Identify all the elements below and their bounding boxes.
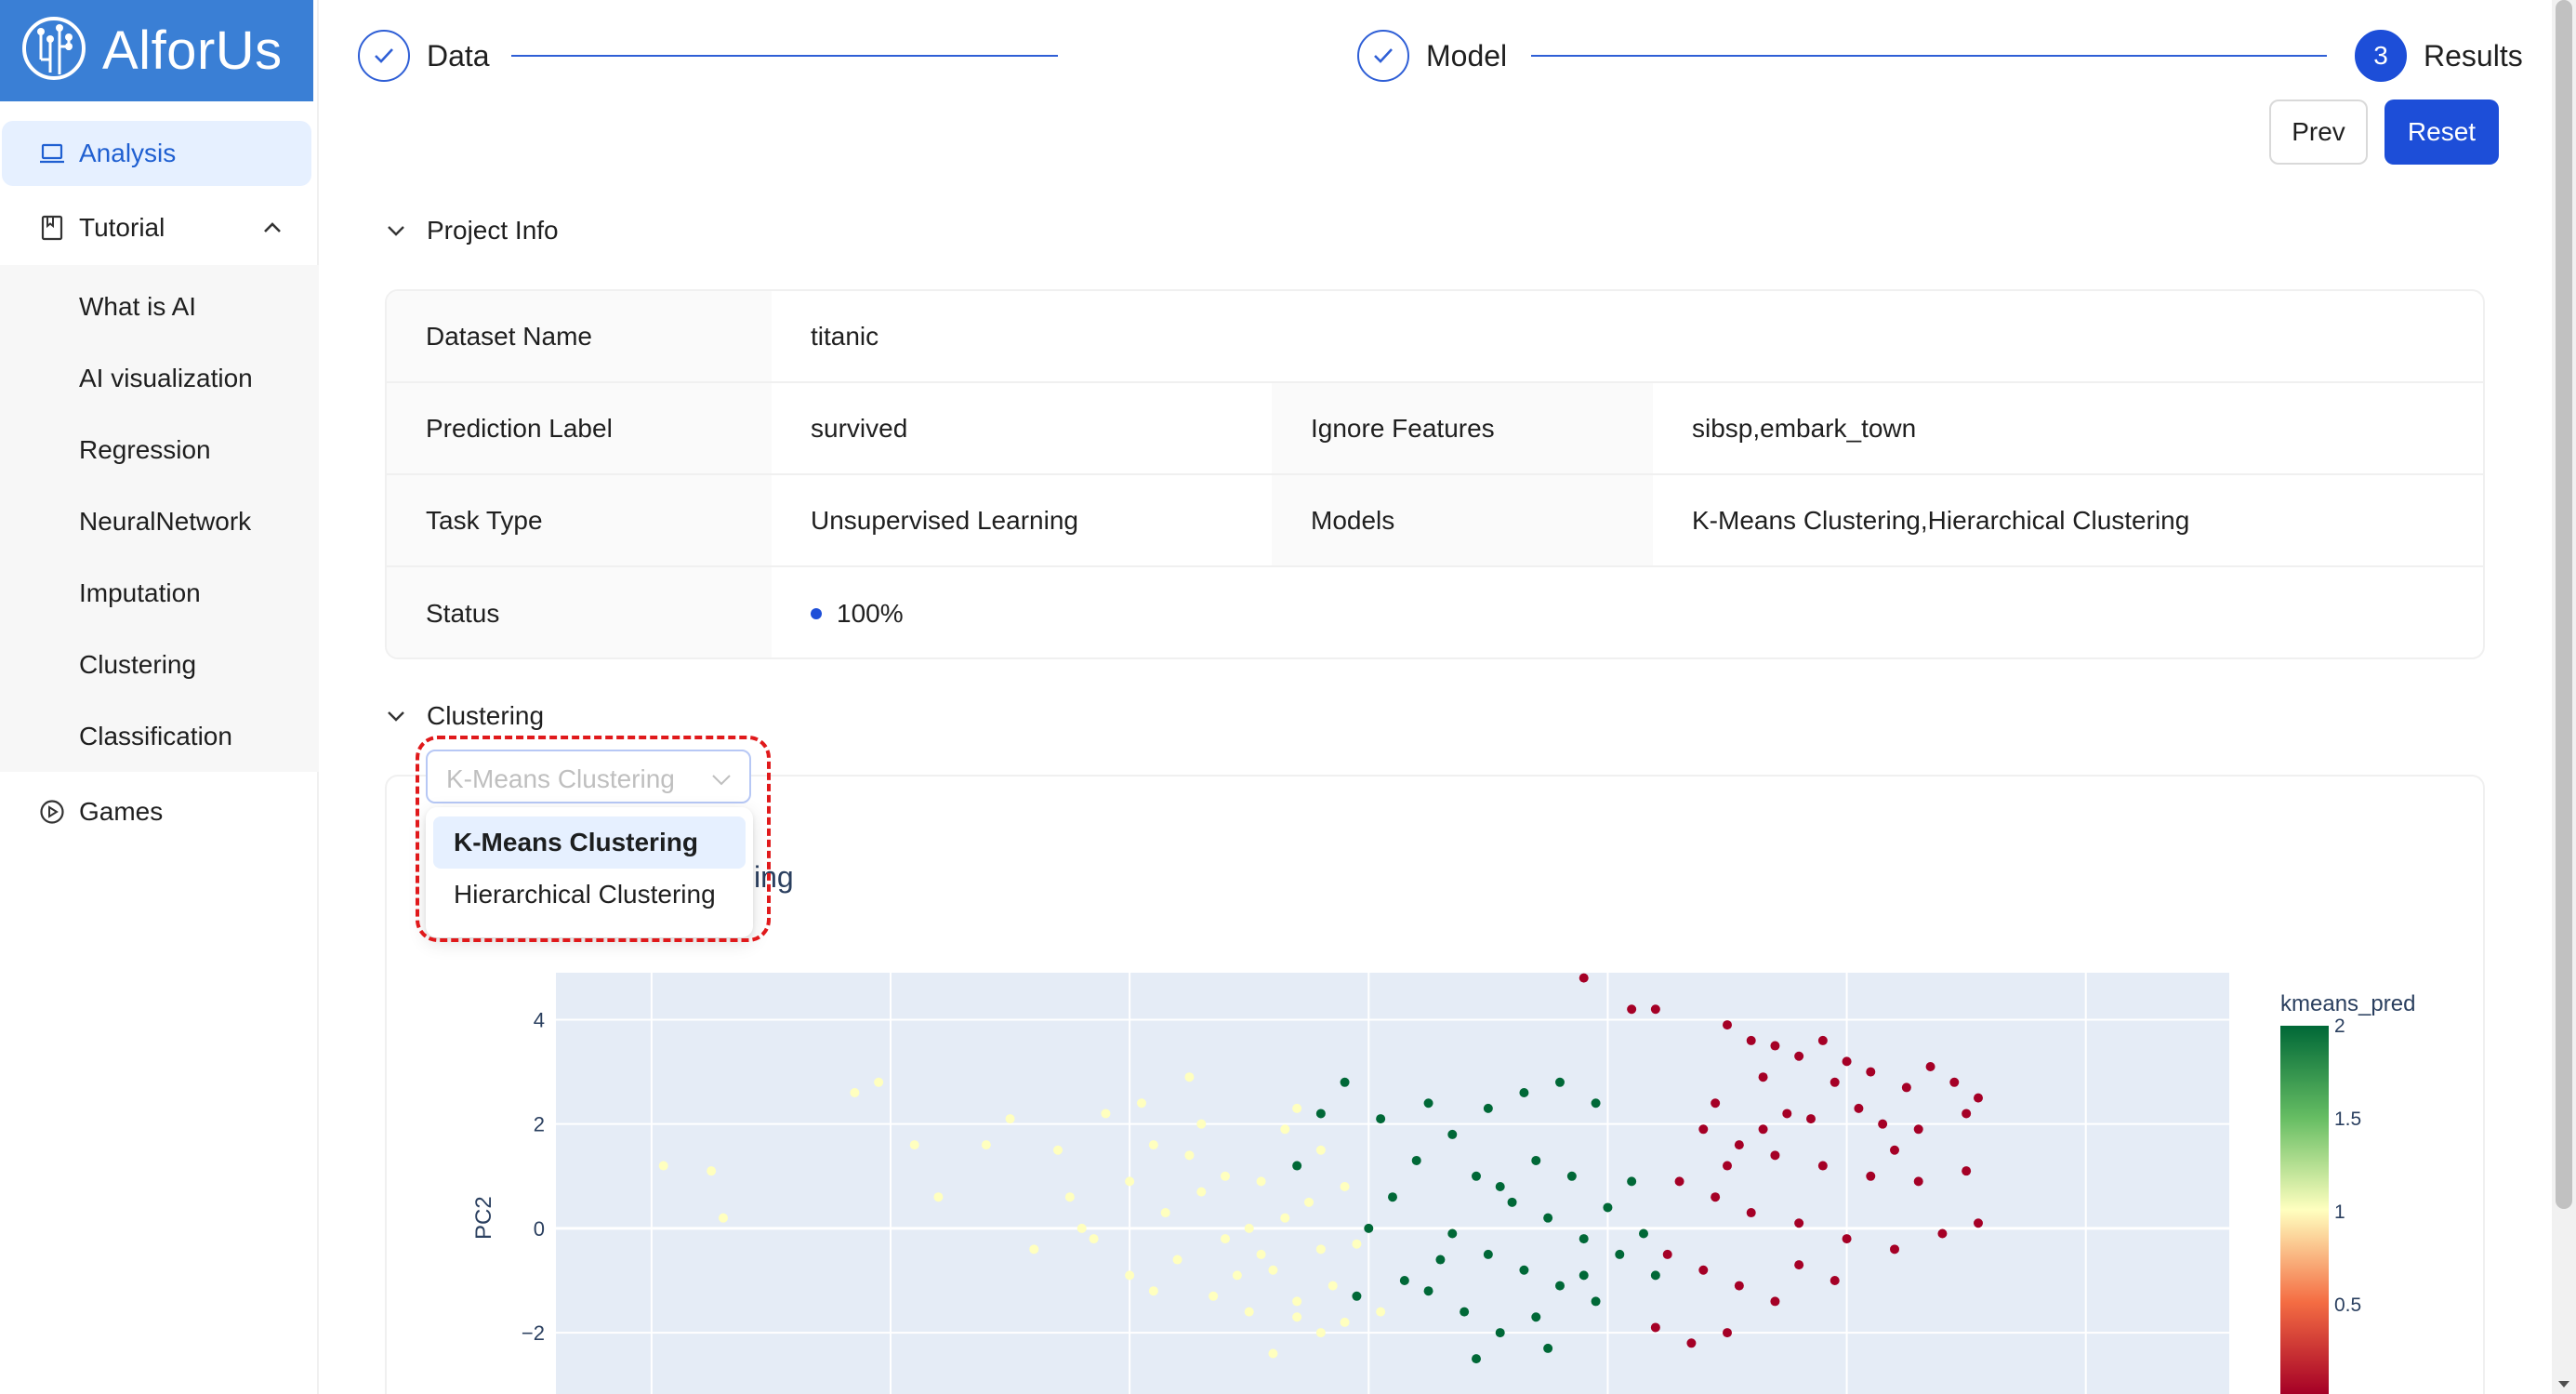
step-data-label: Data: [427, 38, 490, 73]
nav-analysis-label: Analysis: [79, 139, 177, 167]
ignore-features-label: Ignore Features: [1272, 383, 1653, 473]
models-value: K-Means Clustering,Hierarchical Clusteri…: [1692, 505, 2190, 535]
models-label: Models: [1272, 475, 1653, 565]
scroll-thumb[interactable]: [2556, 0, 2572, 1209]
submenu-item-what-is-ai[interactable]: What is AI: [79, 292, 196, 322]
nav-tutorial[interactable]: Tutorial: [0, 195, 319, 260]
table-row: Status 100%: [387, 567, 2483, 657]
brand-logo[interactable]: AlforUs: [0, 0, 313, 101]
model-dropdown: K-Means Clustering Hierarchical Clusteri…: [426, 807, 753, 937]
project-info-table: Dataset Name titanic Prediction Label su…: [385, 289, 2485, 659]
nav-analysis[interactable]: Analysis: [2, 121, 311, 186]
step-connector: [1531, 55, 2327, 57]
nav-tutorial-label: Tutorial: [79, 213, 165, 242]
dataset-name-value: titanic: [811, 321, 879, 351]
chevron-down-icon: [388, 226, 404, 236]
status-label: Status: [387, 567, 772, 657]
step-connector: [511, 55, 1058, 57]
submenu-item-imputation[interactable]: Imputation: [79, 578, 201, 608]
status-value: 100%: [772, 567, 2483, 657]
check-icon: [1357, 30, 1409, 82]
chevron-down-icon: [712, 775, 731, 786]
chart-title: ing: [754, 860, 794, 894]
table-row: Dataset Name titanic: [387, 291, 2483, 383]
sidebar: AlforUs Analysis Tutorial What is AI AI …: [0, 0, 319, 1394]
ignore-features-value: sibsp,embark_town: [1692, 413, 1917, 443]
laptop-icon: [40, 143, 64, 164]
scroll-down-arrow-icon[interactable]: [2557, 1380, 2570, 1389]
step-results-label: Results: [2424, 38, 2523, 73]
dataset-name-label: Dataset Name: [387, 291, 772, 381]
nav-games[interactable]: Games: [0, 779, 319, 844]
chevron-up-icon: [264, 222, 281, 232]
step-results: 3 Results: [2355, 28, 2523, 84]
status-dot: [811, 607, 822, 619]
scrollbar[interactable]: [2552, 0, 2576, 1394]
step-number-badge: 3: [2355, 30, 2407, 82]
submenu-item-regression[interactable]: Regression: [79, 435, 211, 465]
submenu-item-neuralnetwork[interactable]: NeuralNetwork: [79, 507, 251, 537]
submenu-item-classification[interactable]: Classification: [79, 722, 232, 751]
clustering-toggle[interactable]: Clustering: [386, 701, 544, 731]
step-model-label: Model: [1426, 38, 1508, 73]
submenu-item-ai-visualization[interactable]: AI visualization: [79, 364, 253, 393]
task-type-label: Task Type: [387, 475, 772, 565]
tutorial-submenu: What is AI AI visualization Regression N…: [0, 265, 319, 772]
clustering-heading: Clustering: [427, 701, 545, 730]
table-row: Task Type Unsupervised Learning Models K…: [387, 475, 2483, 567]
submenu-item-clustering[interactable]: Clustering: [79, 650, 196, 680]
project-info-heading: Project Info: [427, 216, 559, 245]
model-select-value: K-Means Clustering: [446, 764, 675, 793]
step-model: Model: [1357, 28, 1507, 84]
main-content: Data Model 3 Results Prev Reset Project …: [321, 0, 2552, 1394]
book-icon: [41, 215, 63, 241]
brain-circuit-icon: [22, 16, 86, 80]
prediction-label-value: survived: [811, 413, 908, 443]
nav-games-label: Games: [79, 797, 164, 826]
model-select[interactable]: K-Means Clustering: [426, 750, 751, 803]
option-hierarchical[interactable]: Hierarchical Clustering: [433, 869, 746, 921]
option-k-means[interactable]: K-Means Clustering: [433, 816, 746, 869]
play-circle-icon: [40, 800, 64, 824]
step-data: Data: [358, 28, 490, 84]
prev-button[interactable]: Prev: [2269, 100, 2368, 165]
project-info-toggle[interactable]: Project Info: [386, 216, 559, 246]
chevron-down-icon: [388, 711, 404, 722]
task-type-value: Unsupervised Learning: [811, 505, 1078, 535]
table-row: Prediction Label survived Ignore Feature…: [387, 383, 2483, 475]
reset-button[interactable]: Reset: [2384, 100, 2499, 165]
prediction-label-label: Prediction Label: [387, 383, 772, 473]
brand-name: AlforUs: [102, 20, 283, 81]
status-text: 100%: [837, 598, 904, 628]
check-icon: [358, 30, 410, 82]
